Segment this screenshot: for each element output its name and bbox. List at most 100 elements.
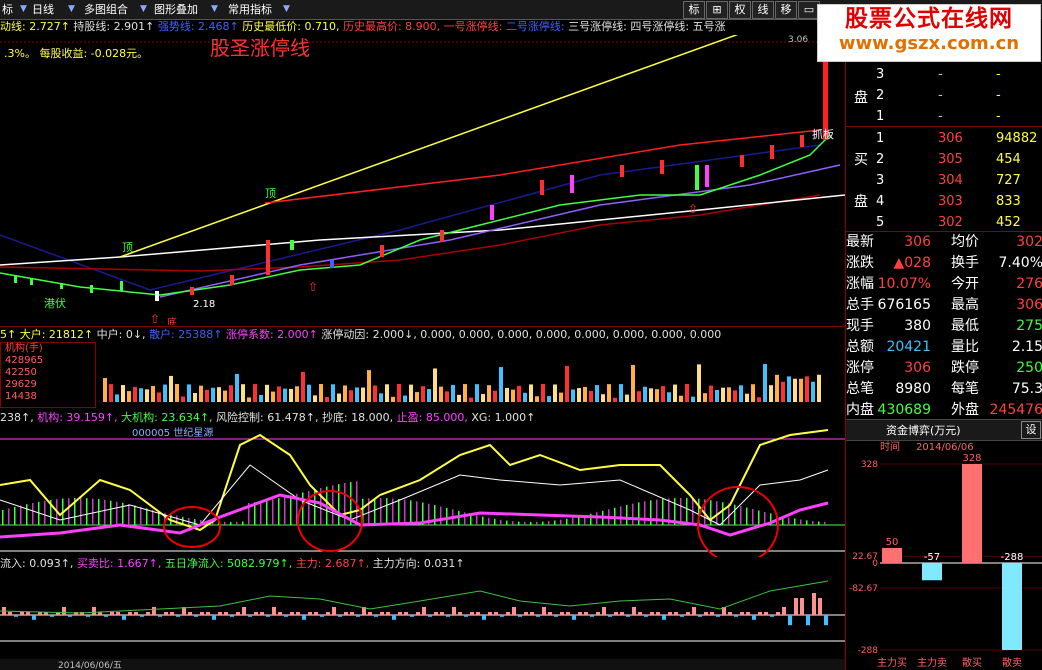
toolbar-item-multi-chart[interactable]: 多图组合 [84, 1, 128, 18]
volume-bar [277, 386, 281, 402]
money-flow-chart[interactable]: 2014/06/06/五 [0, 571, 845, 670]
flow-bar [218, 612, 222, 615]
button-rights[interactable]: 权 [729, 1, 751, 19]
flow-bar [110, 612, 114, 615]
histogram-bar [266, 500, 268, 525]
flow-bar [806, 615, 810, 626]
candles [14, 60, 828, 301]
info-label: 二号涨停线: [505, 20, 565, 33]
time-label: 时间 [880, 440, 900, 453]
histogram-bar [410, 500, 412, 525]
flow-bar [404, 612, 408, 615]
button-move[interactable]: 移 [775, 1, 797, 19]
volume-bar [517, 385, 521, 402]
buy-row[interactable]: 2 305 454 [876, 149, 1041, 170]
flow-bar [512, 607, 516, 615]
dropdown-arrow-icon[interactable]: ▼ [140, 3, 148, 15]
histogram-bar [752, 509, 754, 525]
flow-bar [542, 607, 546, 615]
sell-row[interactable]: 3 - - [876, 64, 1041, 85]
game-category-label: 主力卖 [917, 656, 947, 669]
price-chart[interactable]: .3%。 每股收益: -0.028元。 股圣涨停线 3.06 顶 顶 港伏 2.… [0, 35, 845, 325]
volume-bar [271, 391, 275, 402]
flow-bar [152, 607, 156, 615]
flow-bar [380, 612, 384, 615]
buy-price: 304 [938, 173, 963, 188]
game-bar-label: 328 [962, 453, 981, 464]
volume-bar [787, 376, 791, 402]
histogram-bar [2, 510, 4, 525]
grid-icon[interactable]: ⊞ [706, 1, 728, 19]
settings-button[interactable]: 设 [1021, 421, 1041, 439]
quote-label: 涨跌 [846, 255, 874, 271]
flow-bar [290, 612, 294, 615]
volume-bar [469, 397, 473, 402]
histogram-bar [44, 500, 46, 525]
volume-bar [283, 388, 287, 402]
quote-value: 10.07% [877, 276, 931, 292]
volume-bar [373, 385, 377, 402]
volume-bar [247, 397, 251, 402]
info-label: 持股线: [73, 20, 114, 33]
dropdown-arrow-icon[interactable]: ▼ [68, 3, 76, 15]
histogram-bar [788, 517, 790, 525]
dropdown-arrow-icon[interactable]: ▼ [211, 3, 219, 15]
volume-chart[interactable] [95, 342, 845, 406]
histogram-bar [638, 502, 640, 525]
sell-row[interactable]: 2 - - [876, 85, 1041, 106]
histogram-bar [482, 516, 484, 525]
flow-bar [188, 612, 192, 615]
buy-row[interactable]: 1 306 94882 [876, 128, 1041, 149]
button-line[interactable]: 线 [752, 1, 774, 19]
dropdown-arrow-icon[interactable]: ▼ [283, 3, 291, 15]
flow-bar [656, 612, 660, 615]
brand-url: www.gszx.com.cn [838, 33, 1020, 54]
indicator-chart[interactable]: 000005 世纪星源 [0, 425, 845, 557]
volume-bar [295, 386, 299, 402]
flow-bar [374, 615, 378, 617]
flow-bar [326, 612, 330, 615]
volume-bar [481, 394, 485, 402]
toolbar-item-overlay[interactable]: 图形叠加 [154, 1, 198, 18]
flow-bar [350, 612, 354, 615]
vol-info: 大户: [19, 328, 49, 341]
volume-bar [427, 389, 431, 402]
histogram-bar [530, 521, 532, 525]
indicator-info-bar: 动线: 2.727↑ 持股线: 2.901↑ 强势线: 2.468↑ 历史最低价… [0, 19, 845, 35]
quote-label: 量比 [951, 339, 979, 355]
flow-bar [740, 612, 744, 615]
game-axis-label: 0 [872, 559, 878, 569]
volume-bar [793, 378, 797, 402]
button-mark[interactable]: 标 [683, 1, 705, 19]
quote-row: 总额 20421 量比 2.15 [846, 337, 1042, 358]
buy-row[interactable]: 4 303 833 [876, 191, 1041, 212]
volume-bar [619, 384, 623, 402]
sell-row[interactable]: 1 - - [876, 106, 1041, 127]
histogram-bar [740, 506, 742, 525]
game-title: 资金博弈(万元) [886, 424, 961, 437]
zhuaban-label: 抓板 [812, 127, 834, 141]
volume-bar [211, 387, 215, 402]
toolbar-item-indicators[interactable]: 常用指标 [228, 1, 272, 18]
quote-value: 676165 [877, 297, 931, 313]
flow-bar [386, 612, 390, 615]
flow-bar [824, 615, 828, 626]
flow-bar [674, 612, 678, 615]
toolbar-item-mark[interactable]: 标 [2, 1, 13, 18]
flow-bar [506, 612, 510, 615]
histogram-bar [110, 500, 112, 525]
buy-volume: 454 [996, 152, 1021, 167]
divider [846, 126, 1042, 127]
buy-row[interactable]: 3 304 727 [876, 170, 1041, 191]
vol-info: 5↑ [0, 328, 17, 341]
quote-value: 245476 [989, 402, 1042, 418]
buy-price: 306 [938, 131, 963, 146]
dropdown-arrow-icon[interactable]: ▼ [20, 3, 28, 15]
flow-bar [632, 607, 636, 615]
volume-bar [307, 384, 311, 402]
flow-bar [800, 598, 804, 615]
buy-row[interactable]: 5 302 452 [876, 212, 1041, 233]
toolbar-item-daily[interactable]: 日线 [32, 1, 54, 18]
flow-bar [272, 607, 276, 615]
histogram-bar [374, 498, 376, 525]
